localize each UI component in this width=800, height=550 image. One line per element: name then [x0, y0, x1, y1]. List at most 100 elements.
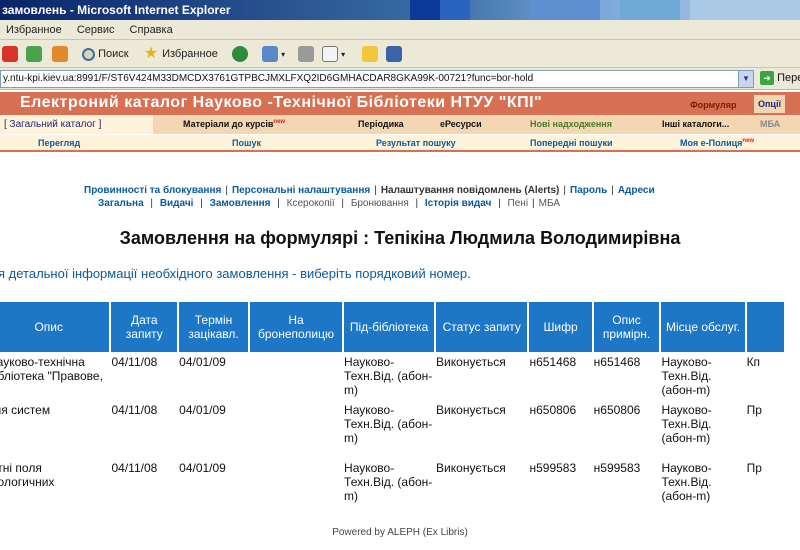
link-photocopies[interactable]: Ксерокопії [287, 198, 335, 209]
nav-previous-searches[interactable]: Попередні пошуки [530, 138, 613, 148]
cell-extra: Пр [746, 403, 762, 417]
cell-sublibrary: Науково-Техн.Від. (абон-m) [344, 403, 433, 445]
media-button[interactable] [232, 44, 248, 64]
search-button[interactable]: Поиск [82, 44, 129, 64]
separator: | [412, 198, 421, 209]
nav-browse[interactable]: Перегляд [38, 138, 80, 148]
nav-course-materials[interactable]: Матеріали до курсівnew [183, 119, 285, 129]
link-options[interactable]: Опції [754, 95, 786, 113]
col-item-description[interactable]: Опис примірн. [593, 302, 660, 352]
cell-description[interactable]: ння систем [0, 402, 109, 458]
cell-request-status: Виконується [436, 461, 506, 475]
link-password[interactable]: Пароль [570, 185, 607, 196]
link-ill[interactable]: МБА [539, 198, 560, 209]
go-button[interactable]: ➜ Переход [760, 71, 800, 85]
stop-button[interactable] [2, 44, 18, 64]
cell-pickup-location: Науково-Техн.Від. (абон-m) [661, 355, 712, 397]
page-title: Замовлення на формулярі : Тепікіна Людми… [119, 228, 681, 248]
mail-dropdown-icon: ▾ [281, 50, 286, 59]
table-row[interactable]: ння систем 04/11/08 04/01/09 Науково-Тех… [0, 402, 784, 458]
refresh-icon [26, 46, 42, 63]
nav-my-eshelf[interactable]: Моя е-Полицяnew [680, 138, 754, 148]
cell-extra: Пр [746, 461, 762, 475]
menu-help[interactable]: Справка [124, 20, 179, 40]
nav-periodicals[interactable]: Періодика [358, 119, 404, 129]
col-sublibrary[interactable]: Під-бібліотека [344, 302, 435, 352]
refresh-button[interactable] [26, 44, 42, 64]
home-button[interactable] [52, 44, 68, 64]
cell-description[interactable]: нітні поля біологичних [0, 460, 109, 516]
separator: | [147, 198, 156, 209]
col-call-number[interactable]: Шифр [529, 302, 592, 352]
edit-button[interactable]: ▾ [322, 44, 345, 64]
favorites-button-label: Избранное [162, 48, 218, 60]
cell-hold-shelf [250, 354, 342, 400]
table-row[interactable]: нітні поля біологичних 04/11/08 04/01/09… [0, 460, 784, 516]
cell-description[interactable]: Науково-технічна бібліотека "Правове, [0, 354, 109, 400]
library-header: Електроний каталог Науково -Технічної Бі… [0, 92, 800, 115]
cell-extra: Кп [746, 355, 761, 369]
mail-icon [262, 46, 278, 63]
link-bookings[interactable]: Бронювання [351, 198, 409, 209]
nav-mba[interactable]: МБА [760, 119, 780, 129]
messenger-button[interactable] [386, 44, 402, 64]
nav-other-catalogs[interactable]: Інші каталоги... [662, 119, 729, 129]
favorites-button[interactable]: ★ Избранное [143, 44, 218, 64]
cell-hold-shelf [250, 402, 342, 458]
mail-button[interactable]: ▾ [262, 44, 285, 64]
cell-request-date: 04/11/08 [111, 461, 158, 475]
col-pickup-location[interactable]: Місце обслуг. [661, 302, 745, 352]
catalog-nav: [ Загальний каталог ] Матеріали до курсі… [0, 115, 800, 134]
table-row[interactable]: Науково-технічна бібліотека "Правове, 04… [0, 354, 784, 400]
folder-button[interactable] [362, 44, 378, 64]
window-title: замовлень - Microsoft Internet Explorer [2, 3, 231, 17]
menu-favorites[interactable]: Избранное [0, 20, 68, 40]
menu-tools[interactable]: Сервис [71, 20, 121, 40]
separator: | [532, 198, 535, 209]
separator: | [611, 185, 614, 196]
link-loans[interactable]: Видачі [160, 198, 194, 209]
address-input[interactable]: y.ntu-kpi.kiev.ua:8991/F/ST6V424M33DMCDX… [0, 70, 740, 88]
nav-eresources[interactable]: еРесурси [440, 119, 482, 129]
link-blocks-fines[interactable]: Провинності та блокування [84, 185, 221, 196]
link-requests[interactable]: Замовлення [210, 198, 271, 209]
link-alerts-settings[interactable]: Налаштування повідомлень (Alerts) [381, 185, 560, 196]
account-links-row2: Загальна | Видачі | Замовлення | Ксероко… [98, 198, 560, 209]
footer-powered-by: Powered by ALEPH (Ex Libris) [332, 527, 468, 538]
separator: | [495, 198, 504, 209]
nav-search-results[interactable]: Результат пошуку [376, 138, 456, 148]
nav-general-catalog[interactable]: [ Загальний каталог ] [0, 115, 153, 134]
instruction-text: я детальної інформації необхідного замов… [0, 266, 471, 281]
link-personal-settings[interactable]: Персональні налаштування [232, 185, 370, 196]
cell-interest-period: 04/01/09 [179, 403, 226, 417]
col-request-date[interactable]: Дата запиту [111, 302, 178, 352]
col-hold-shelf[interactable]: На бронеполицю [249, 302, 343, 352]
col-extra [746, 302, 784, 352]
search-button-label: Поиск [98, 48, 129, 60]
library-title: Електроний каталог Науково -Технічної Бі… [20, 94, 543, 111]
separator: | [563, 185, 566, 196]
nav-search[interactable]: Пошук [232, 138, 261, 148]
stop-icon [2, 46, 18, 63]
link-account[interactable]: Формуляр [690, 100, 736, 110]
link-fines[interactable]: Пені [508, 198, 529, 209]
nav-course-materials-label: Матеріали до курсів [183, 119, 274, 129]
go-arrow-icon: ➜ [760, 71, 774, 85]
col-interest-period[interactable]: Термін зацікавл. [179, 302, 248, 352]
nav-new-arrivals[interactable]: Нові надходження [530, 119, 612, 129]
col-request-status[interactable]: Статус запиту [436, 302, 528, 352]
account-links-row1: Провинності та блокування | Персональні на… [84, 185, 655, 196]
link-loan-history[interactable]: Історія видач [425, 198, 491, 209]
address-dropdown-icon[interactable]: ▼ [738, 70, 754, 88]
print-button[interactable] [298, 44, 314, 64]
edit-dropdown-icon: ▾ [341, 50, 346, 59]
cell-item-description: н599583 [593, 461, 641, 475]
search-nav: Перегляд Пошук Результат пошуку Попередн… [0, 135, 800, 152]
col-description[interactable]: Опис [0, 302, 110, 352]
link-general[interactable]: Загальна [98, 198, 144, 209]
link-addresses[interactable]: Адреси [618, 185, 655, 196]
new-badge: new [742, 138, 755, 144]
print-icon [298, 46, 314, 63]
cell-request-date: 04/11/08 [111, 355, 158, 369]
cell-call-number: н599583 [529, 461, 577, 475]
